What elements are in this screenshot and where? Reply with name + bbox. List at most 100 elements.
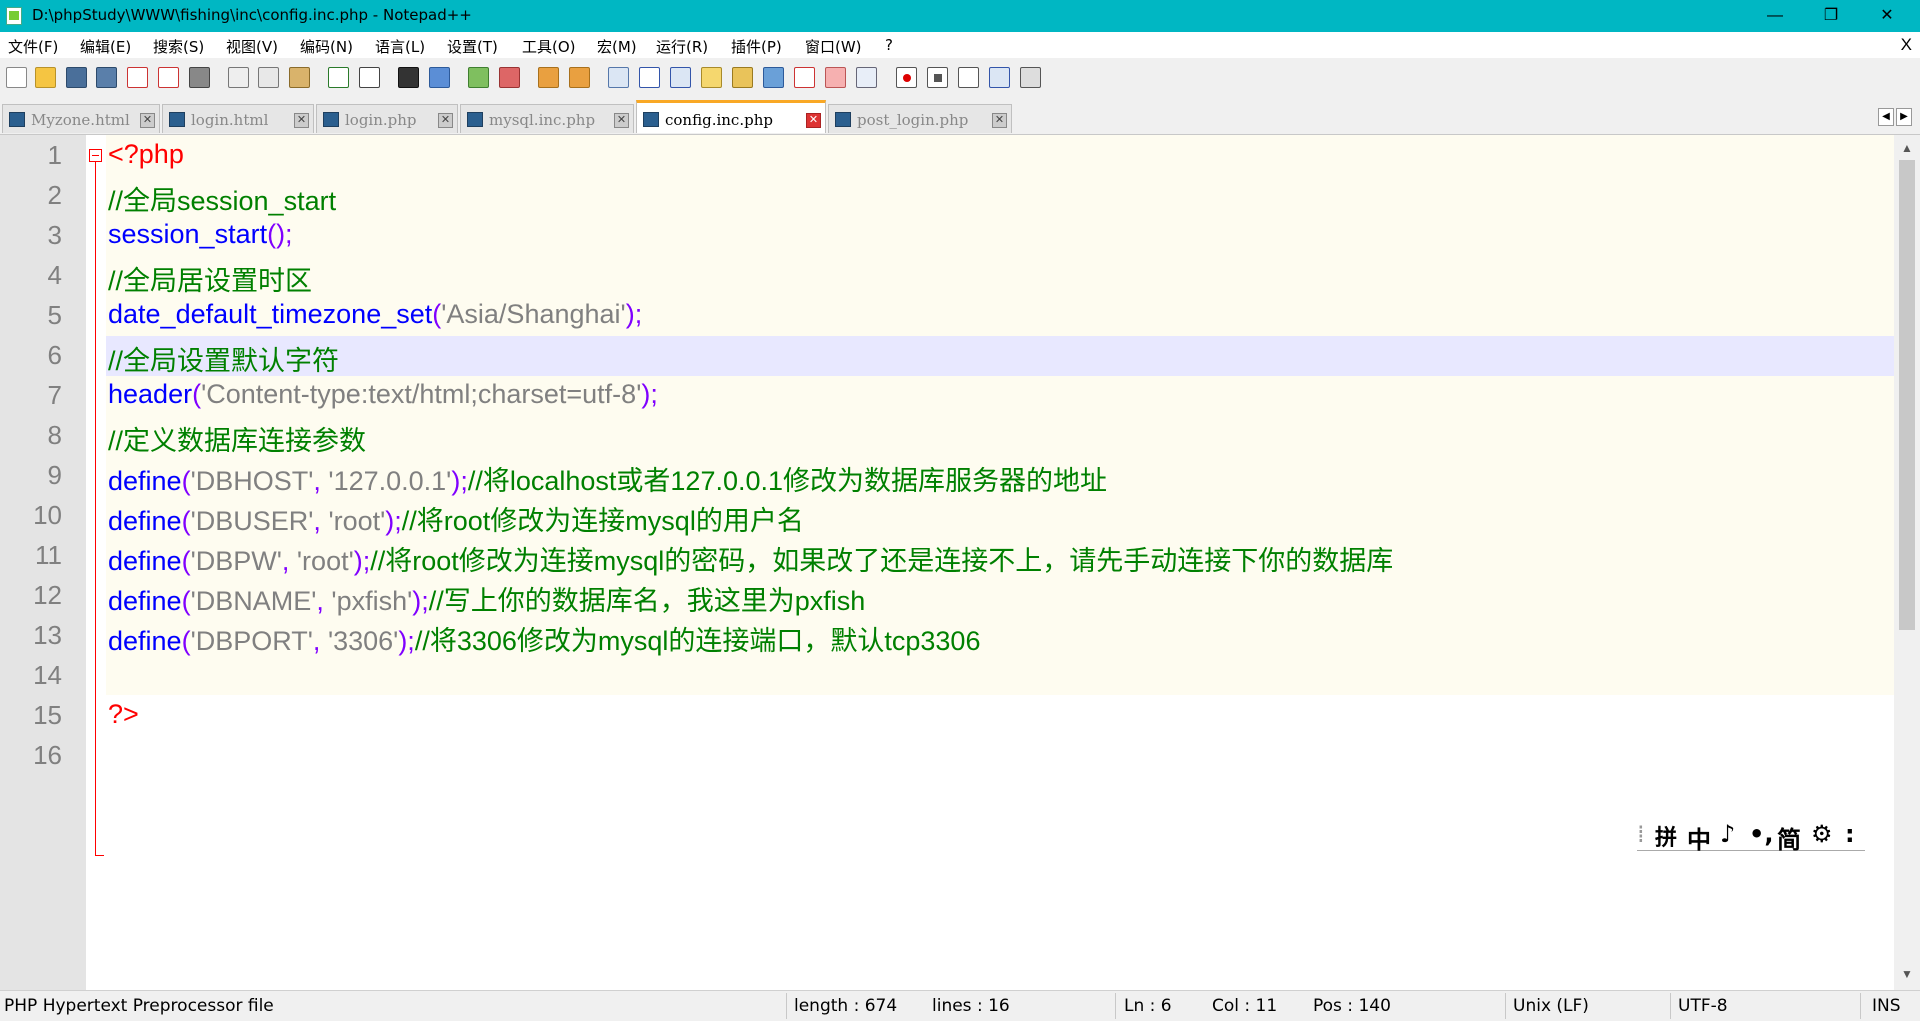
tab-post-login-php[interactable]: post_login.php ✕ (828, 104, 1012, 133)
ime-simplified-icon[interactable]: 简 (1777, 820, 1801, 855)
close-all-icon[interactable] (158, 67, 179, 88)
code-token: //定义数据库连接参数 (108, 426, 367, 456)
undo-icon[interactable] (328, 67, 349, 88)
monitoring-icon[interactable] (825, 67, 846, 88)
menu-plugins[interactable]: 插件(P) (731, 36, 782, 57)
folder-as-workspace-icon[interactable] (794, 67, 815, 88)
line-number: 8 (47, 420, 62, 450)
zoom-out-icon[interactable] (499, 67, 520, 88)
word-wrap-icon[interactable] (608, 67, 629, 88)
scrollbar-thumb[interactable] (1899, 160, 1915, 630)
status-eol-format[interactable]: Unix (LF) (1513, 996, 1589, 1016)
code-token: '3306' (327, 626, 399, 656)
user-defined-language-icon[interactable] (701, 67, 722, 88)
sync-horizontal-icon[interactable] (569, 67, 590, 88)
open-file-icon[interactable] (35, 67, 56, 88)
tab-close-icon[interactable]: ✕ (438, 113, 453, 128)
copy-icon[interactable] (258, 67, 279, 88)
tab-close-icon[interactable]: ✕ (992, 113, 1007, 128)
zoom-in-icon[interactable] (468, 67, 489, 88)
show-all-characters-icon[interactable] (639, 67, 660, 88)
ime-pinyin-icon[interactable]: 拼 (1655, 820, 1677, 852)
save-macro-icon[interactable] (1020, 67, 1041, 88)
line-number: 6 (47, 340, 62, 370)
minimize-button[interactable]: — (1747, 0, 1803, 32)
status-divider (1115, 993, 1116, 1019)
cut-icon[interactable] (228, 67, 249, 88)
tab-label: login.html (191, 111, 269, 129)
scroll-up-icon[interactable]: ▲ (1894, 141, 1920, 155)
ime-halfwidth-icon[interactable]: ♪ (1720, 820, 1735, 848)
new-file-icon[interactable] (6, 67, 27, 88)
close-file-icon[interactable] (127, 67, 148, 88)
paste-icon[interactable] (289, 67, 310, 88)
status-encoding[interactable]: UTF-8 (1678, 996, 1728, 1016)
close-document-button[interactable]: X (1901, 35, 1912, 55)
fold-margin[interactable] (86, 135, 106, 990)
menu-file[interactable]: 文件(F) (8, 36, 58, 57)
menu-settings[interactable]: 设置(T) (447, 36, 498, 57)
document-map-icon[interactable] (732, 67, 753, 88)
tab-config-inc-php[interactable]: config.inc.php ✕ (636, 100, 826, 133)
menu-search[interactable]: 搜索(S) (153, 36, 204, 57)
menu-encoding[interactable]: 编码(N) (300, 36, 353, 57)
tab-close-icon[interactable]: ✕ (614, 113, 629, 128)
menu-window[interactable]: 窗口(W) (805, 36, 862, 57)
tab-login-php[interactable]: login.php ✕ (316, 104, 458, 133)
status-divider (1860, 993, 1861, 1019)
run-macro-multiple-icon[interactable] (989, 67, 1010, 88)
code-token: ); (641, 379, 658, 409)
code-token: , (313, 466, 329, 496)
save-icon[interactable] (66, 67, 87, 88)
restore-button[interactable]: ❐ (1803, 0, 1859, 32)
redo-icon[interactable] (359, 67, 380, 88)
tab-close-icon[interactable]: ✕ (140, 113, 155, 128)
vertical-scrollbar[interactable]: ▲ ▼ (1894, 135, 1920, 990)
tab-myzone-html[interactable]: Myzone.html ✕ (2, 104, 160, 133)
tab-login-html[interactable]: login.html ✕ (162, 104, 314, 133)
status-insert-mode[interactable]: INS (1872, 996, 1901, 1016)
ime-grip-icon[interactable]: ⁞ (1637, 820, 1645, 848)
function-list-icon[interactable] (763, 67, 784, 88)
ime-more-icon[interactable]: : (1845, 820, 1855, 848)
code-editor[interactable]: 1 <?php 2//全局session_start 3 session_start()… (0, 135, 1894, 990)
menu-run[interactable]: 运行(R) (656, 36, 708, 57)
print-icon[interactable] (189, 67, 210, 88)
ime-chinese-mode-icon[interactable]: 中 (1687, 820, 1711, 855)
status-line-number: Ln : 6 (1124, 996, 1172, 1016)
menu-help[interactable]: ? (885, 36, 893, 54)
preview-eye-icon[interactable] (856, 67, 877, 88)
code-token: define (108, 586, 182, 616)
sync-vertical-icon[interactable] (538, 67, 559, 88)
tab-close-icon[interactable]: ✕ (806, 113, 821, 128)
status-position: Pos : 140 (1313, 996, 1391, 1016)
close-window-button[interactable]: ✕ (1859, 0, 1915, 32)
tab-scroll-left-icon[interactable]: ◀ (1878, 108, 1894, 126)
code-token: ( (181, 626, 191, 656)
code-token: ( (181, 506, 191, 536)
playback-macro-icon[interactable] (958, 67, 979, 88)
save-all-icon[interactable] (96, 67, 117, 88)
line-number: 2 (47, 180, 62, 210)
line-number: 9 (47, 460, 62, 490)
tab-scroll-right-icon[interactable]: ▶ (1896, 108, 1912, 126)
menu-view[interactable]: 视图(V) (226, 36, 278, 57)
tab-close-icon[interactable]: ✕ (294, 113, 309, 128)
menu-edit[interactable]: 编辑(E) (80, 36, 131, 57)
scroll-down-icon[interactable]: ▼ (1894, 967, 1920, 981)
code-token: //将root修改为连接mysql的用户名 (401, 506, 804, 536)
tab-mysql-inc-php[interactable]: mysql.inc.php ✕ (460, 104, 634, 133)
ime-punctuation-icon[interactable]: •, (1749, 820, 1773, 848)
line-number: 10 (33, 500, 62, 530)
menu-macro[interactable]: 宏(M) (597, 36, 637, 57)
menu-tools[interactable]: 工具(O) (522, 36, 576, 57)
code-token: //写上你的数据库名，我这里为pxfish (428, 586, 866, 616)
code-token: define (108, 466, 182, 496)
ime-settings-icon[interactable]: ⚙ (1811, 820, 1833, 848)
replace-icon[interactable] (429, 67, 450, 88)
menu-language[interactable]: 语言(L) (375, 36, 425, 57)
fold-collapse-icon[interactable] (89, 149, 102, 162)
find-icon[interactable] (398, 67, 419, 88)
line-number: 12 (33, 580, 62, 610)
indent-guide-icon[interactable] (670, 67, 691, 88)
